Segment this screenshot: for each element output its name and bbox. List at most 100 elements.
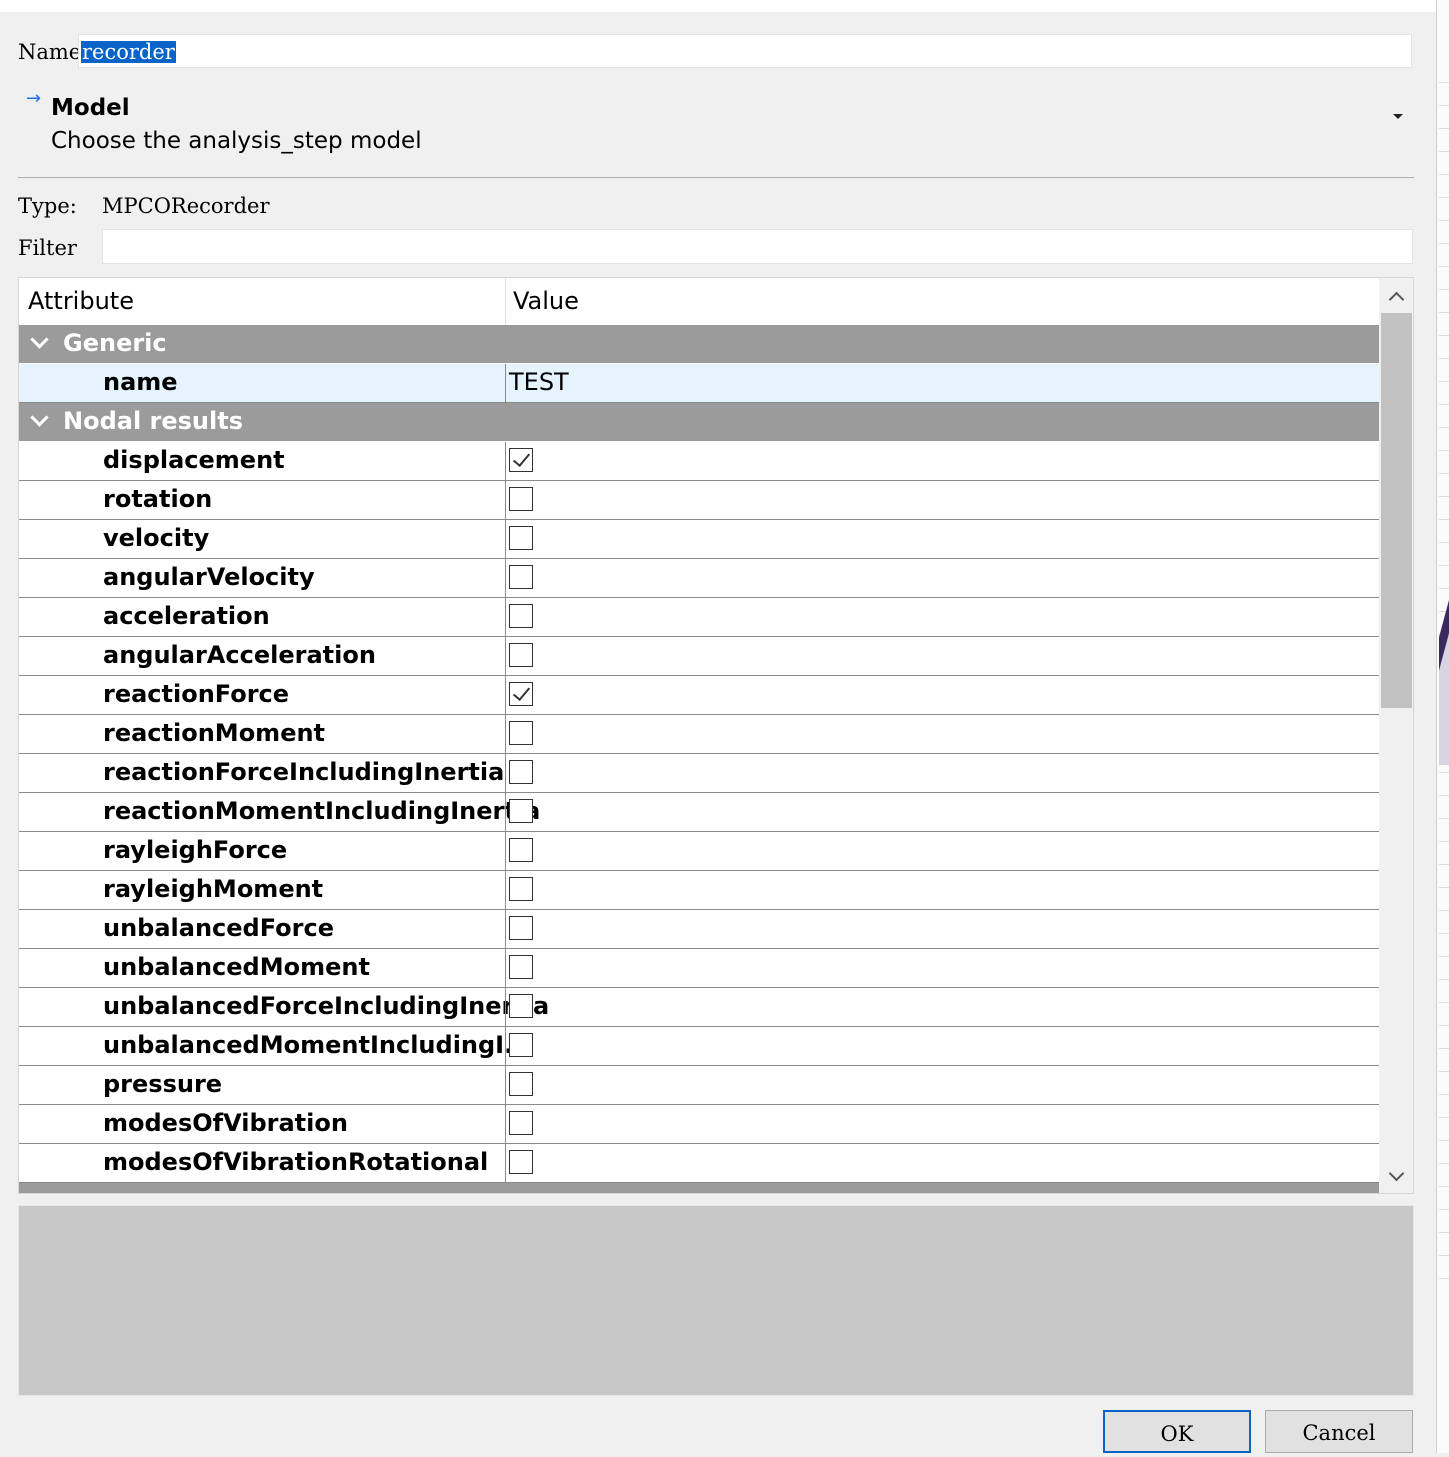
attribute-name: unbalancedForceIncludingInertia (103, 992, 550, 1020)
table-row[interactable]: unbalancedMomentIncludingI... (19, 1027, 1379, 1066)
attribute-name: name (103, 368, 178, 396)
attribute-name: rayleighMoment (103, 875, 324, 903)
next-group-header-partial[interactable] (19, 1183, 1379, 1193)
column-divider (505, 481, 506, 519)
value-checkbox[interactable] (509, 799, 533, 823)
table-row[interactable]: displacement (19, 442, 1379, 481)
column-divider (505, 1144, 506, 1182)
scroll-up-icon[interactable] (1388, 291, 1405, 308)
attribute-value[interactable]: TEST (509, 368, 569, 396)
scrollbar-thumb[interactable] (1381, 313, 1412, 708)
table-header: Attribute Value (19, 278, 1379, 325)
group-label: Generic (63, 329, 167, 357)
value-checkbox[interactable] (509, 838, 533, 862)
value-checkbox[interactable] (509, 487, 533, 511)
column-divider (505, 598, 506, 636)
column-divider (505, 910, 506, 948)
column-divider (505, 832, 506, 870)
table-row[interactable]: name TEST (19, 364, 1379, 403)
name-input-selected-text: recorder (81, 40, 176, 64)
value-checkbox[interactable] (509, 643, 533, 667)
value-checkbox[interactable] (509, 916, 533, 940)
table-row[interactable]: acceleration (19, 598, 1379, 637)
table-row[interactable]: unbalancedForceIncludingInertia (19, 988, 1379, 1027)
background-shape (1439, 525, 1449, 765)
attribute-table: Attribute Value Generic name TEST Nodal res… (18, 277, 1414, 1194)
value-checkbox[interactable] (509, 448, 533, 472)
attribute-name: pressure (103, 1070, 223, 1098)
table-row[interactable]: angularAcceleration (19, 637, 1379, 676)
attribute-name: modesOfVibrationRotational (103, 1148, 489, 1176)
table-row[interactable]: pressure (19, 1066, 1379, 1105)
column-divider (505, 637, 506, 675)
table-row[interactable]: reactionMoment (19, 715, 1379, 754)
table-row[interactable]: reactionForce (19, 676, 1379, 715)
value-checkbox[interactable] (509, 526, 533, 550)
ok-button[interactable]: OK (1103, 1410, 1251, 1453)
table-body: Generic name TEST Nodal results displacement… (19, 325, 1379, 1183)
value-checkbox[interactable] (509, 604, 533, 628)
group-header[interactable]: Generic (19, 325, 1379, 364)
separator (18, 177, 1414, 178)
table-row[interactable]: rayleighMoment (19, 871, 1379, 910)
column-header-attribute[interactable]: Attribute (28, 278, 134, 325)
value-checkbox[interactable] (509, 877, 533, 901)
value-checkbox[interactable] (509, 1111, 533, 1135)
header-divider (505, 278, 506, 325)
vertical-scrollbar[interactable] (1379, 278, 1413, 1193)
column-header-value[interactable]: Value (513, 278, 579, 325)
attribute-name: unbalancedForce (103, 914, 334, 942)
attribute-name: reactionForce (103, 680, 290, 708)
attribute-name: reactionMomentIncludingInertia (103, 797, 541, 825)
cancel-button[interactable]: Cancel (1265, 1410, 1413, 1453)
table-row[interactable]: reactionForceIncludingInertia (19, 754, 1379, 793)
value-checkbox[interactable] (509, 721, 533, 745)
column-divider (505, 676, 506, 714)
window-top-edge (0, 0, 1449, 12)
table-row[interactable]: angularVelocity (19, 559, 1379, 598)
filter-input[interactable] (102, 229, 1413, 264)
value-checkbox[interactable] (509, 994, 533, 1018)
arrow-right-icon: → (26, 88, 42, 109)
attribute-name: acceleration (103, 602, 270, 630)
attribute-name: rotation (103, 485, 213, 513)
column-divider (505, 442, 506, 480)
value-checkbox[interactable] (509, 565, 533, 589)
attribute-name: velocity (103, 524, 210, 552)
attribute-name: rayleighForce (103, 836, 288, 864)
value-checkbox[interactable] (509, 1150, 533, 1174)
column-divider (505, 520, 506, 558)
group-label: Nodal results (63, 407, 243, 435)
column-divider (505, 1105, 506, 1143)
value-checkbox[interactable] (509, 1033, 533, 1057)
table-row[interactable]: modesOfVibrationRotational (19, 1144, 1379, 1183)
value-checkbox[interactable] (509, 760, 533, 784)
attribute-name: angularAcceleration (103, 641, 376, 669)
chevron-down-icon[interactable] (30, 330, 49, 349)
column-divider (505, 988, 506, 1026)
table-row[interactable]: rotation (19, 481, 1379, 520)
column-divider (505, 793, 506, 831)
attribute-name: angularVelocity (103, 563, 315, 591)
name-input[interactable]: recorder (78, 34, 1412, 68)
scroll-down-icon[interactable] (1388, 1165, 1405, 1182)
table-row[interactable]: unbalancedForce (19, 910, 1379, 949)
chevron-down-icon[interactable] (30, 408, 49, 427)
value-checkbox[interactable] (509, 1072, 533, 1096)
table-row[interactable]: reactionMomentIncludingInertia (19, 793, 1379, 832)
column-divider (505, 1027, 506, 1065)
type-value: MPCORecorder (102, 194, 270, 218)
column-divider (505, 754, 506, 792)
value-checkbox[interactable] (509, 955, 533, 979)
group-header[interactable]: Nodal results (19, 403, 1379, 442)
table-row[interactable]: velocity (19, 520, 1379, 559)
attribute-name: reactionMoment (103, 719, 326, 747)
attribute-name: modesOfVibration (103, 1109, 348, 1137)
table-row[interactable]: modesOfVibration (19, 1105, 1379, 1144)
model-dropdown-caret-icon[interactable] (1393, 114, 1403, 119)
name-label: Name (18, 40, 82, 64)
attribute-name: unbalancedMomentIncludingI... (103, 1031, 532, 1059)
table-row[interactable]: unbalancedMoment (19, 949, 1379, 988)
table-row[interactable]: rayleighForce (19, 832, 1379, 871)
value-checkbox[interactable] (509, 682, 533, 706)
